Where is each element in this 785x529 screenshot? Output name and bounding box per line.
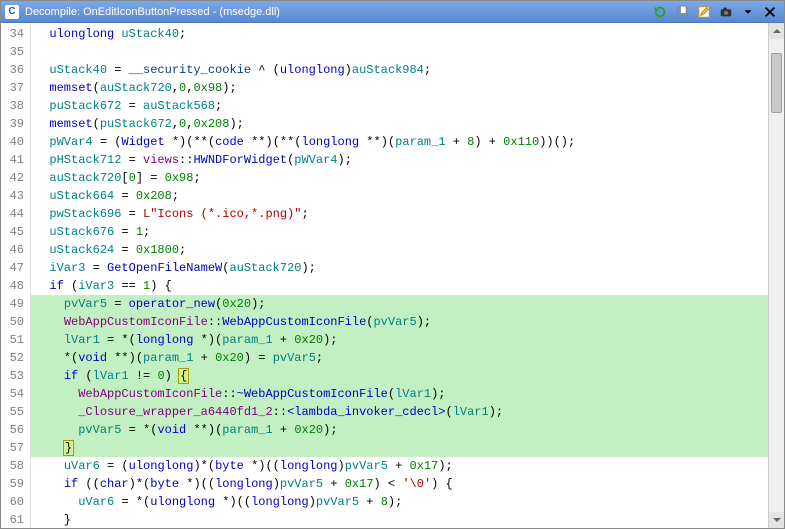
code-line[interactable]: uStack40 = __security_cookie ^ (ulonglon…: [31, 61, 768, 79]
menu-dropdown-icon[interactable]: [738, 3, 758, 21]
line-number: 56: [1, 421, 30, 439]
line-number: 48: [1, 277, 30, 295]
line-number: 55: [1, 403, 30, 421]
code-line[interactable]: pvVar5 = *(void **)(param_1 + 0x20);: [31, 421, 768, 439]
vertical-scrollbar[interactable]: [768, 23, 784, 528]
code-line[interactable]: lVar1 = *(longlong *)(param_1 + 0x20);: [31, 331, 768, 349]
line-number: 50: [1, 313, 30, 331]
line-number: 35: [1, 43, 30, 61]
refresh-icon[interactable]: [650, 3, 670, 21]
edit-icon[interactable]: [694, 3, 714, 21]
code-line[interactable]: WebAppCustomIconFile::WebAppCustomIconFi…: [31, 313, 768, 331]
code-line[interactable]: _Closure_wrapper_a6440fd1_2::<lambda_inv…: [31, 403, 768, 421]
line-number: 39: [1, 115, 30, 133]
code-line[interactable]: iVar3 = GetOpenFileNameW(auStack720);: [31, 259, 768, 277]
line-number: 49: [1, 295, 30, 313]
code-line[interactable]: ulonglong uStack40;: [31, 25, 768, 43]
line-number: 46: [1, 241, 30, 259]
code-line[interactable]: pvVar5 = operator_new(0x20);: [31, 295, 768, 313]
code-line[interactable]: }: [31, 439, 768, 457]
line-number: 34: [1, 25, 30, 43]
line-number: 59: [1, 475, 30, 493]
code-line[interactable]: *(void **)(param_1 + 0x20) = pvVar5;: [31, 349, 768, 367]
line-number: 52: [1, 349, 30, 367]
snapshot-icon[interactable]: [716, 3, 736, 21]
code-line[interactable]: if (lVar1 != 0) {: [31, 367, 768, 385]
code-line[interactable]: if ((char)*(byte *)((longlong)pvVar5 + 0…: [31, 475, 768, 493]
code-line[interactable]: pHStack712 = views::HWNDForWidget(pWVar4…: [31, 151, 768, 169]
code-line[interactable]: WebAppCustomIconFile::~WebAppCustomIconF…: [31, 385, 768, 403]
window-title: Decompile: OnEditIconButtonPressed - (ms…: [25, 6, 280, 18]
line-number: 43: [1, 187, 30, 205]
scroll-up-icon[interactable]: [769, 23, 784, 39]
line-number: 42: [1, 169, 30, 187]
line-number: 41: [1, 151, 30, 169]
titlebar: C Decompile: OnEditIconButtonPressed - (…: [1, 1, 784, 23]
line-number: 47: [1, 259, 30, 277]
app-icon: C: [5, 5, 19, 19]
code-line[interactable]: memset(auStack720,0,0x98);: [31, 79, 768, 97]
code-line[interactable]: [31, 43, 768, 61]
line-number: 57: [1, 439, 30, 457]
scroll-down-icon[interactable]: [769, 512, 784, 528]
line-number: 60: [1, 493, 30, 511]
line-number: 51: [1, 331, 30, 349]
code-line[interactable]: uVar6 = *(ulonglong *)((longlong)pvVar5 …: [31, 493, 768, 511]
code-line[interactable]: pWVar4 = (Widget *)(**(code **)(**(longl…: [31, 133, 768, 151]
scroll-thumb[interactable]: [771, 53, 782, 113]
code-line[interactable]: uStack624 = 0x1800;: [31, 241, 768, 259]
line-number: 40: [1, 133, 30, 151]
line-number: 38: [1, 97, 30, 115]
code-line[interactable]: uVar6 = (ulonglong)*(byte *)((longlong)p…: [31, 457, 768, 475]
line-number: 44: [1, 205, 30, 223]
copy-icon[interactable]: [672, 3, 692, 21]
line-number: 53: [1, 367, 30, 385]
code-area[interactable]: ulonglong uStack40; uStack40 = __securit…: [31, 23, 768, 528]
code-line[interactable]: auStack720[0] = 0x98;: [31, 169, 768, 187]
line-number: 37: [1, 79, 30, 97]
code-line[interactable]: uStack676 = 1;: [31, 223, 768, 241]
line-number: 61: [1, 511, 30, 528]
line-gutter: 3435363738394041424344454647484950515253…: [1, 23, 31, 528]
code-line[interactable]: pwStack696 = L"Icons (*.ico,*.png)";: [31, 205, 768, 223]
code-line[interactable]: uStack664 = 0x208;: [31, 187, 768, 205]
code-line[interactable]: }: [31, 511, 768, 528]
line-number: 36: [1, 61, 30, 79]
editor: 3435363738394041424344454647484950515253…: [1, 23, 784, 528]
close-icon[interactable]: [760, 3, 780, 21]
code-line[interactable]: if (iVar3 == 1) {: [31, 277, 768, 295]
code-line[interactable]: puStack672 = auStack568;: [31, 97, 768, 115]
line-number: 54: [1, 385, 30, 403]
code-line[interactable]: memset(puStack672,0,0x208);: [31, 115, 768, 133]
line-number: 58: [1, 457, 30, 475]
line-number: 45: [1, 223, 30, 241]
